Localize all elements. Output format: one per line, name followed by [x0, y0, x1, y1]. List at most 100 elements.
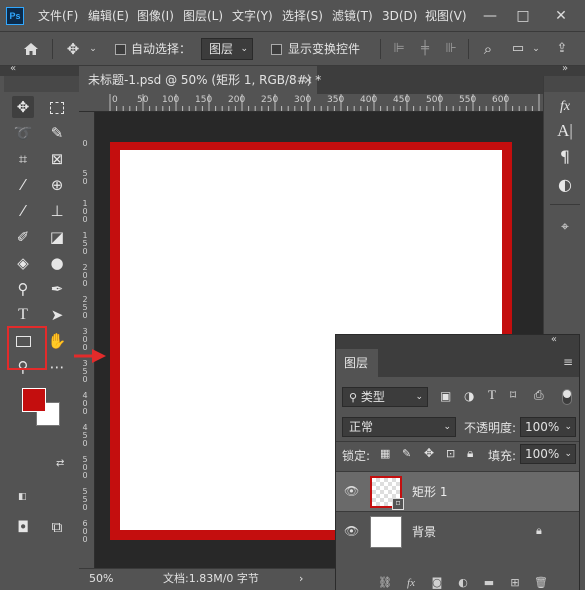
character-icon[interactable]: A|	[551, 118, 579, 144]
ruler-label: 200	[228, 95, 246, 105]
swap-colors-icon[interactable]: ⇄	[56, 458, 64, 469]
fill-value: 100%	[525, 447, 560, 461]
auto-select-target-dropdown[interactable]: 图层 ⌄	[201, 38, 253, 60]
menu-view[interactable]: 视图(V)	[425, 0, 467, 32]
align-right-icon[interactable]: ⊪	[442, 32, 460, 66]
brush-tool-icon[interactable]: ⁄	[12, 200, 34, 222]
move-tool-icon[interactable]: ✥	[12, 96, 34, 118]
spot-healing-tool-icon[interactable]: ⊕	[46, 174, 68, 196]
collapse-icon[interactable]: «	[551, 334, 557, 345]
tab-layers[interactable]: 图层	[336, 349, 378, 377]
ruler-label: 400	[360, 95, 378, 105]
lasso-tool-icon[interactable]: ➰	[12, 122, 34, 144]
layer-row-rectangle[interactable]: 👁︎ ⌑ 矩形 1	[336, 471, 579, 511]
layers-tab-row: 图层 ≡	[336, 349, 579, 377]
default-colors-icon[interactable]: ◧	[18, 492, 27, 502]
filter-smart-object-icon[interactable]: ⎙	[534, 388, 544, 403]
close-window-button[interactable]: ✕	[546, 0, 576, 32]
more-tools-icon[interactable]: ⋯	[46, 356, 68, 378]
quick-mask-icon[interactable]: ◘	[12, 516, 34, 538]
share-icon[interactable]: ⇪	[550, 32, 574, 66]
ruler-label: 2 5 0	[82, 295, 88, 320]
layer-row-background[interactable]: 👁︎ 背景 🔒︎	[336, 511, 579, 551]
pen-tool-icon[interactable]: ✒	[46, 278, 68, 300]
frame-tool-icon[interactable]: ⊠	[46, 148, 68, 170]
collapse-icon[interactable]: »	[562, 63, 568, 74]
link-layers-icon[interactable]: ⛓	[376, 575, 394, 590]
panel-menu-icon[interactable]: ≡	[563, 355, 573, 369]
document-tab[interactable]: 未标题-1.psd @ 50% (矩形 1, RGB/8#) *	[79, 66, 321, 94]
filter-kind-dropdown[interactable]: ⚲ 类型 ⌄	[342, 387, 428, 407]
home-icon[interactable]	[20, 32, 42, 66]
show-transform-checkbox[interactable]	[271, 44, 282, 55]
menu-image[interactable]: 图像(I)	[137, 0, 174, 32]
adjustments-icon[interactable]: ◐	[551, 172, 579, 198]
separator	[52, 39, 53, 59]
filter-adjustment-icon[interactable]: ◑	[464, 389, 474, 403]
lock-position-icon[interactable]: ✥	[424, 446, 434, 460]
move-tool-icon[interactable]: ✥	[62, 32, 84, 66]
paragraph-icon[interactable]: ¶	[551, 144, 579, 170]
delete-layer-icon[interactable]: 🗑︎	[532, 575, 550, 590]
separator	[550, 204, 580, 205]
fx-icon[interactable]: fx	[402, 575, 420, 590]
history-brush-tool-icon[interactable]: ✐	[12, 226, 34, 248]
blend-mode-dropdown[interactable]: 正常 ⌄	[342, 417, 456, 437]
fx-icon[interactable]: fx	[551, 94, 579, 120]
marquee-tool-icon[interactable]	[46, 96, 68, 118]
lock-all-icon[interactable]: 🔒︎	[467, 446, 473, 461]
workspace-icon[interactable]: ▭	[508, 32, 528, 66]
minimize-button[interactable]: —	[475, 0, 505, 32]
ruler-label: 0	[112, 95, 118, 105]
crop-tool-icon[interactable]: ⌗	[12, 148, 34, 170]
collapse-icon[interactable]: «	[10, 63, 16, 74]
filter-toggle[interactable]	[562, 389, 572, 405]
close-tab-icon[interactable]: ×	[303, 66, 313, 94]
search-icon[interactable]: ⌕	[478, 32, 498, 66]
filter-pixel-icon[interactable]: ▣	[440, 389, 451, 403]
ruler-label: 550	[459, 95, 477, 105]
paint-bucket-tool-icon[interactable]: ◈	[12, 252, 34, 274]
screen-mode-icon[interactable]: ⧉	[46, 516, 68, 538]
menu-type[interactable]: 文字(Y)	[232, 0, 273, 32]
foreground-color-swatch[interactable]	[22, 388, 46, 412]
zoom-level[interactable]: 50%	[89, 569, 113, 589]
eyedropper-tool-icon[interactable]: ⁄	[12, 174, 34, 196]
lock-transparent-icon[interactable]: ▦	[380, 447, 390, 460]
maximize-button[interactable]: □	[508, 0, 538, 32]
add-mask-icon[interactable]: ◙	[428, 575, 446, 590]
chevron-down-icon[interactable]: ⌄	[86, 32, 100, 66]
fill-input[interactable]: 100% ⌄	[520, 444, 576, 464]
dodge-tool-icon[interactable]: ⚲	[12, 278, 34, 300]
menu-layer[interactable]: 图层(L)	[183, 0, 223, 32]
lock-pixels-icon[interactable]: ✎	[402, 447, 411, 460]
group-folder-icon[interactable]: ▬	[480, 575, 498, 590]
paths-icon[interactable]: ⌖	[551, 214, 579, 240]
chevron-down-icon[interactable]: ⌄	[530, 32, 542, 66]
menu-filter[interactable]: 滤镜(T)	[332, 0, 373, 32]
menu-file[interactable]: 文件(F)	[38, 0, 78, 32]
filter-shape-icon[interactable]: ⌑	[510, 388, 516, 402]
visibility-eye-icon[interactable]: 👁︎	[344, 524, 359, 538]
blur-tool-icon[interactable]: ●	[46, 252, 68, 274]
status-arrow-icon[interactable]: ›	[299, 569, 303, 589]
type-tool-icon[interactable]: T	[12, 304, 34, 326]
hand-tool-icon[interactable]: ✋	[46, 330, 68, 352]
clone-stamp-tool-icon[interactable]: ⊥	[46, 200, 68, 222]
menu-edit[interactable]: 编辑(E)	[88, 0, 129, 32]
adjustment-layer-icon[interactable]: ◐	[454, 575, 472, 590]
filter-type-icon[interactable]: T	[488, 387, 496, 403]
eraser-tool-icon[interactable]: ◪	[46, 226, 68, 248]
lock-artboard-icon[interactable]: ⊡	[446, 447, 455, 460]
path-selection-tool-icon[interactable]: ➤	[46, 304, 68, 326]
auto-select-checkbox[interactable]	[115, 44, 126, 55]
align-left-icon[interactable]: ⊫	[390, 32, 408, 66]
menu-3d[interactable]: 3D(D)	[382, 0, 417, 32]
quick-select-tool-icon[interactable]: ✎	[46, 122, 68, 144]
menu-select[interactable]: 选择(S)	[282, 0, 323, 32]
new-layer-icon[interactable]: ⊞	[506, 575, 524, 590]
visibility-eye-icon[interactable]: 👁︎	[344, 484, 359, 498]
document-tab-bar: 未标题-1.psd @ 50% (矩形 1, RGB/8#) * ×	[79, 66, 543, 94]
opacity-input[interactable]: 100% ⌄	[520, 417, 576, 437]
align-center-icon[interactable]: ╪	[416, 32, 434, 66]
